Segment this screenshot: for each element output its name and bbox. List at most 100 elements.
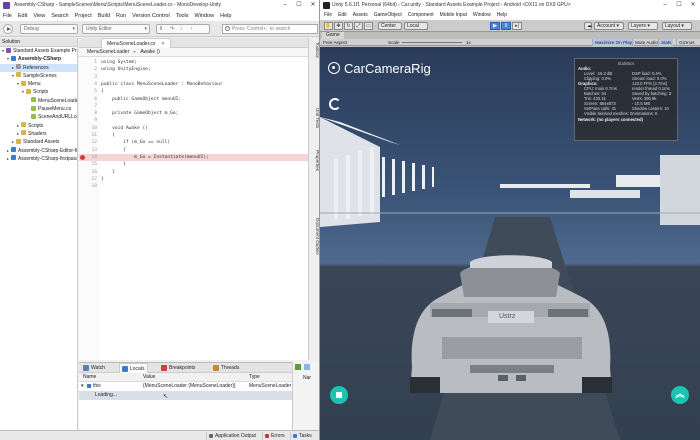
tree-item[interactable]: MenuSceneLoader <box>0 97 77 105</box>
code-line[interactable]: 7 <box>79 103 319 110</box>
tree-item[interactable]: ▾ Scripts <box>0 88 77 96</box>
col-value[interactable]: Value <box>143 373 155 382</box>
collab-cloud-icon[interactable]: ☁ <box>584 22 592 30</box>
close-tab-icon[interactable]: ✕ <box>161 41 165 47</box>
code-line[interactable]: 17} <box>79 176 319 183</box>
target-dropdown[interactable]: Unity Editor ▾ <box>82 24 150 34</box>
minimize-icon[interactable]: – <box>658 0 672 11</box>
tree-item[interactable]: ▾ Menu <box>0 80 77 88</box>
move-tool-icon[interactable]: ✥ <box>334 22 343 30</box>
menu-item-assets[interactable]: Assets <box>353 11 368 20</box>
play-button[interactable]: ▶ <box>490 22 500 30</box>
hand-tool-icon[interactable]: ✋ <box>324 22 333 30</box>
maximize-icon[interactable]: ☐ <box>672 0 686 11</box>
tree-item[interactable]: SceneAndURLLoad <box>0 113 77 121</box>
minimize-icon[interactable]: – <box>278 0 292 11</box>
menu-item-version-control[interactable]: Version Control <box>132 11 170 21</box>
code-line[interactable]: 3 <box>79 74 319 81</box>
mute-audio-toggle[interactable]: Mute Audio <box>632 39 660 46</box>
errors-button[interactable]: Errors <box>262 432 288 440</box>
tree-item[interactable]: ▸ Assembly-CSharp-Editor-fir <box>0 147 77 155</box>
code-line[interactable]: 2 using UnityEngine; <box>79 66 319 73</box>
crumb-class[interactable]: MenuSceneLoader <box>87 49 129 55</box>
tab-threads[interactable]: Threads <box>211 363 242 373</box>
code-line[interactable]: 9 <box>79 117 319 124</box>
code-editor[interactable]: 1 using System; 2 using UnityEngine; 3 4 publi… <box>79 57 319 360</box>
code-line[interactable]: 4 public class MenuSceneLoader : MonoBeha… <box>79 81 319 88</box>
maximize-icon[interactable]: ☐ <box>292 0 306 11</box>
step-into-icon[interactable]: ↓ <box>180 25 183 33</box>
tab-game[interactable]: Game <box>322 32 344 39</box>
stop-button[interactable] <box>330 386 348 404</box>
code-line[interactable]: 16 } <box>79 169 319 176</box>
code-line[interactable]: 13 { <box>79 147 319 154</box>
tasks-button[interactable]: Tasks <box>290 432 315 440</box>
rotate-tool-icon[interactable]: ↻ <box>344 22 353 30</box>
pad-unit-tests[interactable]: Unit Tests <box>310 108 319 128</box>
menu-item-component[interactable]: Component <box>408 11 434 20</box>
scroll-up-button[interactable]: ︽ <box>671 386 689 404</box>
step-out-icon[interactable]: ↑ <box>190 25 193 33</box>
scale-tool-icon[interactable]: ⤢ <box>354 22 363 30</box>
editor-tab[interactable]: MenuSceneLoader.cs ✕ <box>101 38 171 48</box>
maximize-on-play-toggle[interactable]: Maximize On Play <box>592 39 635 46</box>
menu-item-edit[interactable]: Edit <box>18 11 27 21</box>
menu-item-run[interactable]: Run <box>116 11 126 21</box>
tab-watch[interactable]: Watch <box>81 363 108 373</box>
menu-item-view[interactable]: View <box>33 11 45 21</box>
tree-item[interactable]: ▾ Assembly-CSharp <box>0 55 77 63</box>
tree-item[interactable]: ▸ Assembly-CSharp-firstpass <box>0 155 77 163</box>
pad-properties[interactable]: Properties <box>310 150 319 171</box>
code-line[interactable]: 18 <box>79 183 319 190</box>
code-line[interactable]: 1 using System; <box>79 59 319 66</box>
menu-item-tools[interactable]: Tools <box>176 11 189 21</box>
menu-item-file[interactable]: File <box>324 11 332 20</box>
step-over-icon[interactable]: ↷ <box>170 25 174 33</box>
menu-item-build[interactable]: Build <box>98 11 110 21</box>
tree-item[interactable]: ▸ References <box>0 63 77 72</box>
tree-item[interactable]: PauseMenu.cs <box>0 105 77 113</box>
code-line[interactable]: 6 public GameObject menuUI; <box>79 96 319 103</box>
tree-item[interactable]: ▾ SampleScenes <box>0 72 77 80</box>
tree-item[interactable]: ▸ Standard Assets <box>0 138 77 146</box>
pivot-local-toggle[interactable]: Local <box>404 22 428 30</box>
locals-row[interactable]: ▾ this {MenuSceneLoader (MenuSceneLoader… <box>79 382 319 391</box>
application-output-button[interactable]: Application Output <box>206 432 259 440</box>
pad-options-icon[interactable] <box>304 364 310 370</box>
code-line[interactable]: 8 private GameObject m_Go; <box>79 110 319 117</box>
pause-icon[interactable]: ‖ <box>160 25 162 33</box>
reload-icon[interactable] <box>329 98 341 110</box>
menu-item-file[interactable]: File <box>3 11 12 21</box>
code-line[interactable]: 10 void Awake () <box>79 125 319 132</box>
close-icon[interactable]: ✕ <box>686 0 700 11</box>
menu-item-help[interactable]: Help <box>220 11 231 21</box>
menu-item-gameobject[interactable]: GameObject <box>374 11 402 20</box>
col-name[interactable]: Name <box>83 373 96 382</box>
menu-item-window[interactable]: Window <box>195 11 215 21</box>
tree-item[interactable]: ▾ Standard Assets Example Proje <box>0 47 77 55</box>
step-button[interactable]: ▸| <box>512 22 522 30</box>
add-watch-icon[interactable] <box>295 364 301 370</box>
tree-item[interactable]: ▸ Shaders <box>0 130 77 138</box>
code-line[interactable]: 5{ <box>79 88 319 95</box>
expand-arrow-icon[interactable]: ▾ <box>81 382 84 391</box>
search-input[interactable]: Press 'Control+,' to search <box>222 24 318 34</box>
menu-item-search[interactable]: Search <box>51 11 68 21</box>
tab-locals[interactable]: Locals <box>119 363 149 373</box>
pad-document-outline[interactable]: Document Outline <box>310 218 319 255</box>
menu-item-edit[interactable]: Edit <box>338 11 347 20</box>
col-type[interactable]: Type <box>249 373 260 382</box>
config-dropdown[interactable]: Debug ▾ <box>20 24 78 34</box>
close-icon[interactable]: ✕ <box>306 0 319 11</box>
tab-breakpoints[interactable]: Breakpoints <box>159 363 198 373</box>
game-viewport[interactable]: Ustrz CarCameraRig Statistics Audio: Lev… <box>320 47 700 440</box>
menu-item-window[interactable]: Window <box>473 11 491 20</box>
pause-button[interactable]: ‖ <box>501 22 511 30</box>
pad-toolbox[interactable]: Toolbox <box>310 42 319 58</box>
code-line[interactable]: 12 if (m_Go == null) <box>79 139 319 146</box>
menu-item-project[interactable]: Project <box>75 11 92 21</box>
tree-item[interactable]: ▸ Scripts <box>0 122 77 130</box>
crumb-method[interactable]: Awake () <box>140 49 160 55</box>
aspect-dropdown[interactable]: Free Aspect <box>323 39 348 46</box>
pivot-center-toggle[interactable]: Center <box>378 22 402 30</box>
